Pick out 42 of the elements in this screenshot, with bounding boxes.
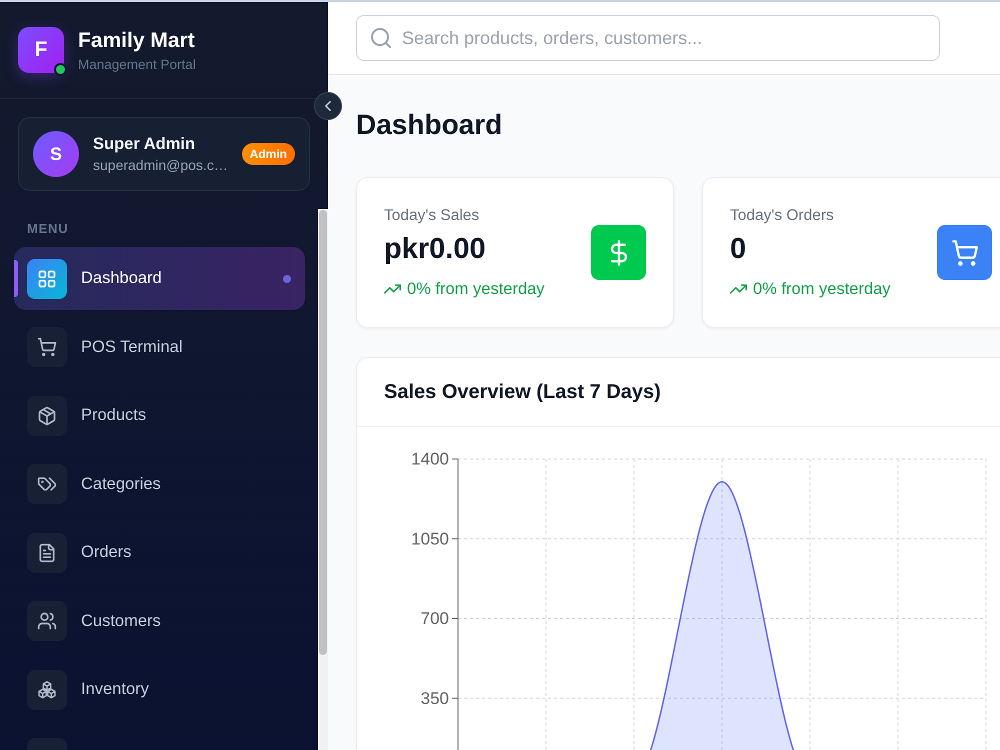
user-name: Super Admin	[93, 134, 196, 154]
y-axis-label: 350	[420, 688, 449, 708]
y-axis-label: 700	[420, 609, 449, 628]
user-email: superadmin@pos.c…	[93, 156, 228, 174]
box-icon	[27, 396, 67, 436]
tag-icon	[27, 464, 67, 504]
nav-item[interactable]: Dashboard	[14, 247, 305, 310]
menu-heading: MENU	[27, 221, 68, 237]
boxes-icon	[27, 670, 67, 710]
trending-up-icon	[384, 284, 401, 294]
nav-item[interactable]: Inventory	[14, 658, 305, 721]
nav-item[interactable]: POS Terminal	[14, 316, 305, 378]
role-badge: Admin	[242, 143, 295, 165]
cart-icon	[27, 327, 67, 367]
chart-title: Sales Overview (Last 7 Days)	[357, 358, 1000, 427]
stat-label: Today's Orders	[730, 206, 834, 226]
users-icon	[27, 601, 67, 641]
document-icon	[27, 532, 67, 572]
trend-text: 0% from yesterday	[407, 279, 545, 299]
search-field[interactable]: Search products, orders, customers...	[356, 15, 940, 61]
nav-item[interactable]: Customers	[14, 590, 305, 652]
grid-icon	[27, 258, 67, 298]
brand-subtitle: Management Portal	[78, 56, 196, 72]
y-axis-label: 1050	[411, 529, 449, 548]
trend-text: 0% from yesterday	[753, 279, 891, 299]
stat-value: pkr0.00	[384, 232, 486, 266]
active-indicator	[14, 260, 18, 297]
stat-label: Today's Sales	[384, 206, 480, 226]
scrollbar-thumb[interactable]	[319, 210, 327, 655]
nav-item[interactable]: Orders	[14, 521, 305, 584]
search-icon	[371, 28, 391, 48]
user-avatar: S	[33, 131, 79, 177]
nav-item[interactable]: Products	[14, 384, 305, 447]
y-axis-label: 1400	[411, 450, 449, 468]
page-title: Dashboard	[356, 108, 502, 142]
brand-name: Family Mart	[78, 28, 196, 52]
stat-value: 0	[730, 232, 746, 266]
nav-item[interactable]: Categories	[14, 452, 305, 516]
logo-tile: F	[18, 27, 64, 73]
chevron-left-icon	[325, 101, 331, 111]
dot-icon	[283, 274, 291, 282]
trending-up-icon	[730, 284, 747, 294]
